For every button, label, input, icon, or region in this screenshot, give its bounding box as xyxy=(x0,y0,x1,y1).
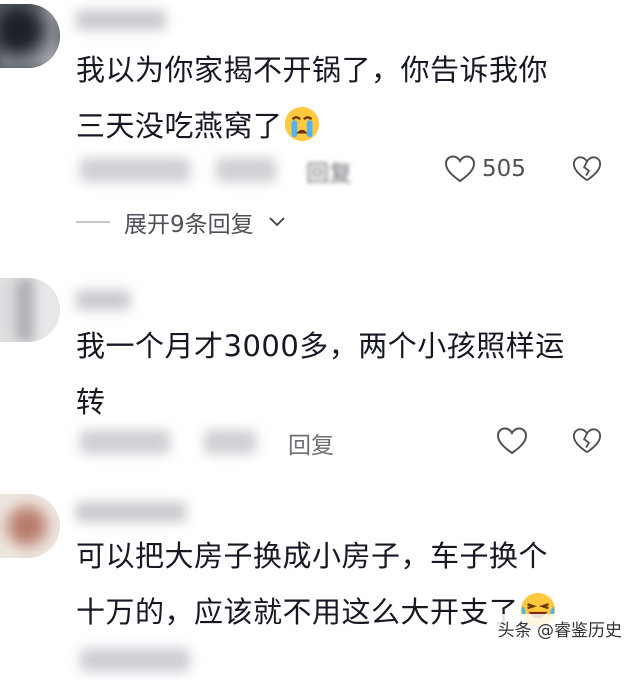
dislike-button[interactable] xyxy=(572,426,602,460)
comment-line: 我一个月才3000多，两个小孩照样运 xyxy=(76,329,565,363)
timestamp-blurred xyxy=(80,158,190,182)
username-blurred[interactable] xyxy=(76,10,166,30)
broken-heart-icon xyxy=(572,428,602,454)
like-button[interactable] xyxy=(496,426,528,456)
reply-button[interactable]: 回复 xyxy=(306,154,352,188)
avatar[interactable] xyxy=(0,278,60,342)
expand-replies-button[interactable]: 展开9条回复 xyxy=(76,205,286,239)
chevron-down-icon xyxy=(268,217,285,227)
comment-meta: 回复 505 xyxy=(76,150,636,190)
timestamp-blurred xyxy=(80,430,170,454)
broken-heart-icon xyxy=(572,156,602,182)
comment-text: 我以为你家揭不开锅了，你告诉我你 三天没吃燕窝了 xyxy=(76,42,616,154)
username-blurred[interactable] xyxy=(76,502,186,522)
avatar[interactable] xyxy=(0,4,60,68)
comment-meta: 回复 xyxy=(76,422,636,462)
expand-replies-label: 展开9条回复 xyxy=(124,212,254,238)
avatar[interactable] xyxy=(0,494,60,558)
watermark: 头条 @睿鉴历史 xyxy=(491,614,628,643)
like-count: 505 xyxy=(482,156,526,182)
comment-line: 我以为你家揭不开锅了，你告诉我你 xyxy=(76,53,549,87)
divider xyxy=(76,221,110,223)
comment-text: 我一个月才3000多，两个小孩照样运 转 xyxy=(76,318,616,430)
username-blurred[interactable] xyxy=(76,290,130,310)
comment-meta-blurred xyxy=(76,640,636,680)
heart-icon xyxy=(444,155,476,183)
location-blurred xyxy=(216,158,276,182)
comment-line: 三天没吃燕窝了 xyxy=(76,98,616,154)
dislike-button[interactable] xyxy=(572,154,602,188)
crying-face-emoji-icon xyxy=(284,106,319,142)
like-button[interactable]: 505 xyxy=(444,154,526,184)
timestamp-blurred xyxy=(80,648,190,672)
location-blurred xyxy=(204,430,256,454)
reply-button[interactable]: 回复 xyxy=(288,426,334,460)
comment-line: 可以把大房子换成小房子，车子换个 xyxy=(76,539,549,573)
heart-icon xyxy=(496,427,528,455)
